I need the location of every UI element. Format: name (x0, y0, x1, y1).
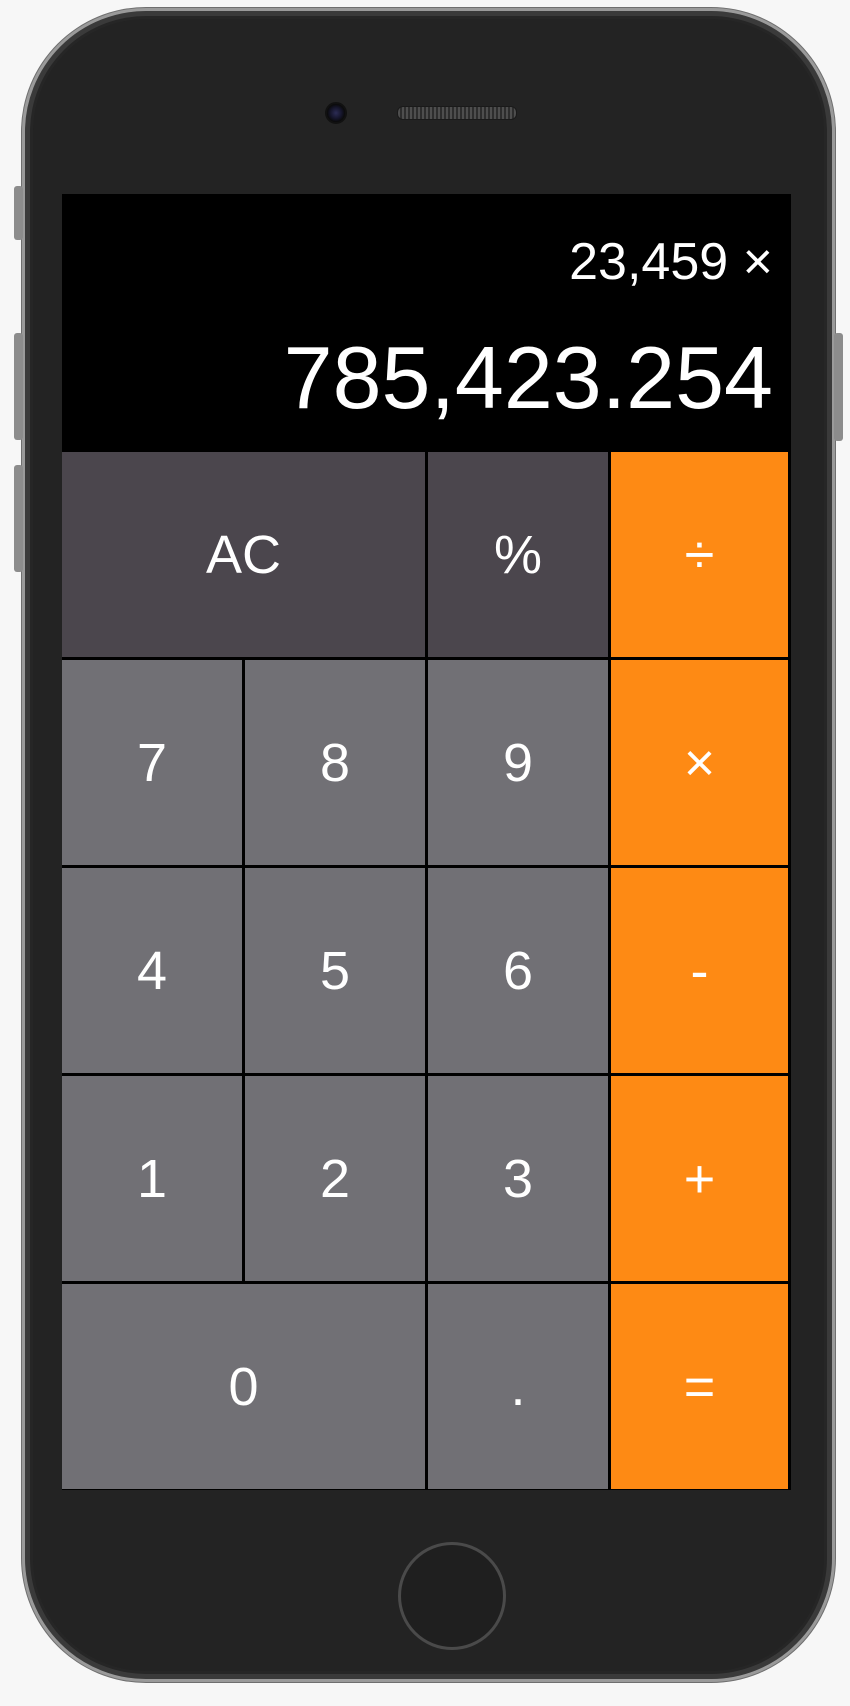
digit-6-button[interactable]: 6 (428, 868, 608, 1073)
digit-4-button[interactable]: 4 (62, 868, 242, 1073)
front-camera-icon (325, 102, 347, 124)
calculator-display: 23,459 × 785,423.254 (62, 194, 791, 452)
digit-5-button[interactable]: 5 (245, 868, 425, 1073)
earpiece-speaker-icon (397, 106, 517, 120)
digit-3-button[interactable]: 3 (428, 1076, 608, 1281)
subtract-button[interactable]: - (611, 868, 788, 1073)
percent-button[interactable]: % (428, 452, 608, 657)
equals-button[interactable]: = (611, 1284, 788, 1489)
digit-9-button[interactable]: 9 (428, 660, 608, 865)
expression-text: 23,459 × (569, 233, 773, 291)
clear-button[interactable]: AC (62, 452, 425, 657)
digit-7-button[interactable]: 7 (62, 660, 242, 865)
keypad: AC % ÷ 7 8 9 × 4 5 6 - 1 2 3 + 0 . = (62, 452, 791, 1490)
calculator-screen: 23,459 × 785,423.254 AC % ÷ 7 8 9 × 4 5 … (62, 194, 791, 1490)
add-button[interactable]: + (611, 1076, 788, 1281)
power-button[interactable] (834, 333, 843, 441)
multiply-button[interactable]: × (611, 660, 788, 865)
digit-2-button[interactable]: 2 (245, 1076, 425, 1281)
decimal-button[interactable]: . (428, 1284, 608, 1489)
digit-8-button[interactable]: 8 (245, 660, 425, 865)
home-button[interactable] (398, 1542, 506, 1650)
mute-switch[interactable] (14, 186, 23, 240)
digit-1-button[interactable]: 1 (62, 1076, 242, 1281)
volume-down-button[interactable] (14, 465, 23, 572)
result-text: 785,423.254 (283, 328, 773, 427)
volume-up-button[interactable] (14, 333, 23, 440)
divide-button[interactable]: ÷ (611, 452, 788, 657)
digit-0-button[interactable]: 0 (62, 1284, 425, 1489)
